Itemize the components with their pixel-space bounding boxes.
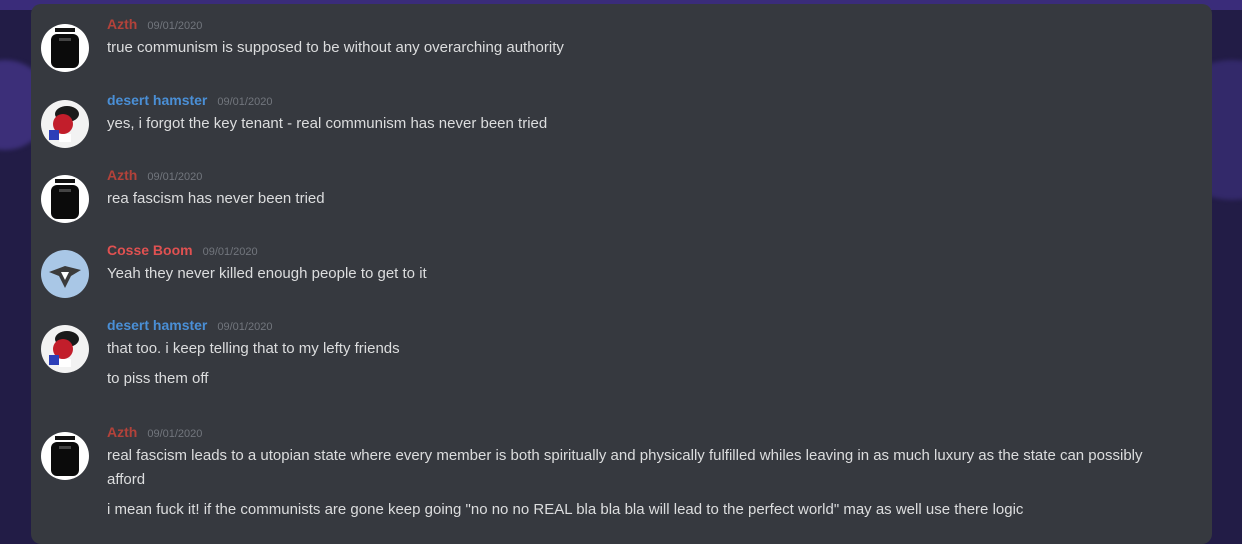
timestamp: 09/01/2020 — [217, 96, 273, 108]
username[interactable]: desert hamster — [107, 317, 207, 333]
timestamp: 09/01/2020 — [147, 171, 203, 183]
message-group[interactable]: Cosse Boom 09/01/2020 Yeah they never ki… — [31, 242, 1177, 298]
dark-robot-avatar-icon[interactable] — [41, 175, 89, 223]
username[interactable]: desert hamster — [107, 92, 207, 108]
username[interactable]: Azth — [107, 16, 137, 32]
message-text: real fascism leads to a utopian state wh… — [107, 447, 1143, 488]
message-text: to piss them off — [107, 370, 209, 387]
message-text: i mean fuck it! if the communists are go… — [107, 501, 1024, 518]
message-group[interactable]: desert hamster 09/01/2020 that too. i ke… — [31, 317, 1177, 391]
message-text: that too. i keep telling that to my left… — [107, 340, 400, 357]
dark-robot-avatar-icon[interactable] — [41, 432, 89, 480]
message-text: Yeah they never killed enough people to … — [107, 265, 427, 282]
bird-avatar-icon[interactable] — [41, 250, 89, 298]
message-group[interactable]: Azth 09/01/2020 rea fascism has never be… — [31, 167, 1177, 223]
message-text: yes, i forgot the key tenant - real comm… — [107, 115, 548, 132]
username[interactable]: Azth — [107, 424, 137, 440]
username[interactable]: Cosse Boom — [107, 242, 193, 258]
message-group[interactable]: desert hamster 09/01/2020 yes, i forgot … — [31, 92, 1177, 148]
message-text: rea fascism has never been tried — [107, 190, 325, 207]
timestamp: 09/01/2020 — [217, 321, 273, 333]
chat-message-list[interactable]: Azth 09/01/2020 true communism is suppos… — [31, 4, 1212, 544]
timestamp: 09/01/2020 — [202, 246, 258, 258]
dark-robot-avatar-icon[interactable] — [41, 24, 89, 72]
hamster-avatar-icon[interactable] — [41, 100, 89, 148]
message-group[interactable]: Azth 09/01/2020 real fascism leads to a … — [31, 424, 1177, 522]
hamster-avatar-icon[interactable] — [41, 325, 89, 373]
timestamp: 09/01/2020 — [147, 428, 203, 440]
username[interactable]: Azth — [107, 167, 137, 183]
message-group[interactable]: Azth 09/01/2020 true communism is suppos… — [31, 16, 1177, 72]
message-text: true communism is supposed to be without… — [107, 39, 564, 56]
timestamp: 09/01/2020 — [147, 20, 203, 32]
